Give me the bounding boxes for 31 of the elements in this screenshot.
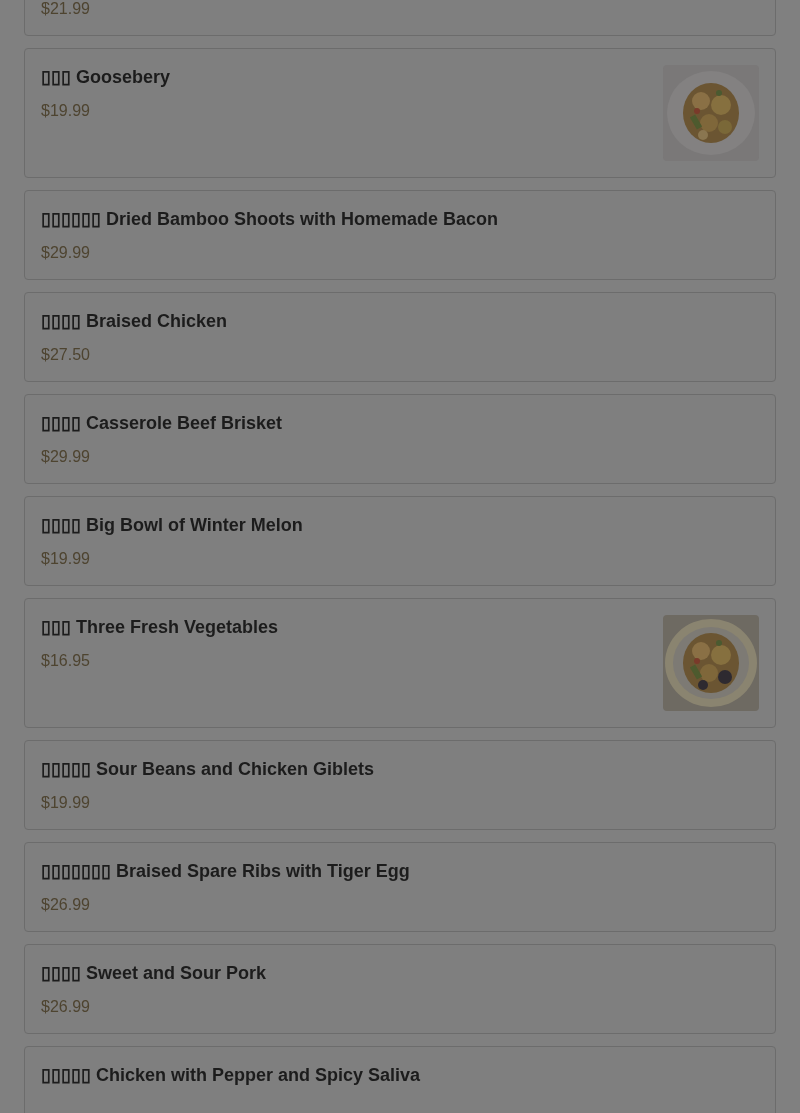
item-price: $21.99 <box>41 0 90 19</box>
item-price: $29.99 <box>41 447 91 467</box>
item-price: $29.99 <box>41 243 91 263</box>
menu-item-card[interactable]: ▯▯▯▯▯▯▯ Braised Spare Ribs with Tiger Egg $26.99 <box>24 842 776 932</box>
item-name: ▯▯▯▯▯▯ Dried Bamboo Shoots with Homemade Bacon <box>41 208 499 231</box>
item-price: $27.50 <box>41 345 91 365</box>
menu-item-card[interactable]: ▯▯▯▯ Casserole Beef Brisket $29.99 <box>24 394 776 484</box>
menu-item-card[interactable]: ▯▯▯▯ Sweet and Sour Pork $26.99 <box>24 944 776 1034</box>
item-name: ▯▯▯▯▯ Chicken with Pepper and Spicy Saliva <box>41 1064 421 1087</box>
item-name: ▯▯▯▯ Big Bowl of Winter Melon <box>41 514 303 537</box>
menu-item-card[interactable]: ▯▯▯ Goosebery $19.99 <box>24 48 776 178</box>
item-name: ▯▯▯▯ Sweet and Sour Pork <box>41 962 267 985</box>
menu-item-card[interactable]: ▯▯▯▯▯ Sour Beans and Chicken Giblets $19.99 <box>24 740 776 830</box>
item-price: $19.99 <box>41 549 91 569</box>
item-price: $19.99 <box>41 101 91 121</box>
menu-item-card[interactable]: ▯▯▯▯▯▯ Dried Bamboo Shoots with Homemade Bacon $29.99 <box>24 190 776 280</box>
menu-item-card[interactable]: ▯▯▯▯▯ Chicken with Pepper and Spicy Saliva <box>24 1046 776 1113</box>
item-price: $19.99 <box>41 793 91 813</box>
item-name: ▯▯▯▯ Braised Chicken <box>41 310 228 333</box>
item-name: ▯▯▯ Three Fresh Vegetables <box>41 616 279 639</box>
item-name: ▯▯▯▯▯ Sour Beans and Chicken Giblets <box>41 758 375 781</box>
item-price: $16.95 <box>41 651 91 671</box>
menu-item-card[interactable]: ▯▯▯ Three Fresh Vegetables $16.95 <box>24 598 776 728</box>
item-name: ▯▯▯ Goosebery <box>41 66 171 89</box>
menu-item-card[interactable]: ▯▯▯▯ Big Bowl of Winter Melon $19.99 <box>24 496 776 586</box>
item-price: $26.99 <box>41 895 91 915</box>
menu-item-card[interactable]: $21.99 <box>24 0 776 36</box>
item-name: ▯▯▯▯▯▯▯ Braised Spare Ribs with Tiger Egg <box>41 860 410 883</box>
item-name: ▯▯▯▯ Casserole Beef Brisket <box>41 412 283 435</box>
item-price: $26.99 <box>41 997 91 1017</box>
menu-item-card[interactable]: ▯▯▯▯ Braised Chicken $27.50 <box>24 292 776 382</box>
